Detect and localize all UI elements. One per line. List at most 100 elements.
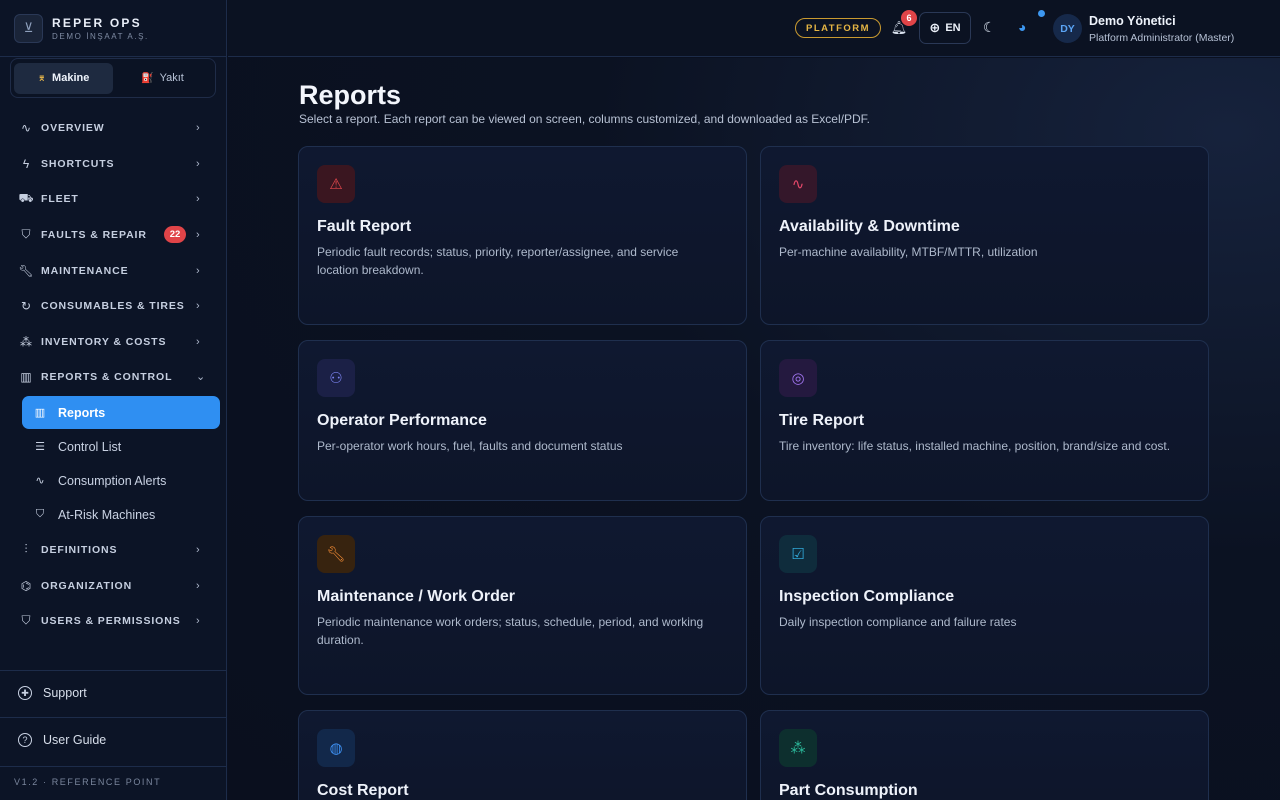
- nav-item-reports-control[interactable]: ▥ REPORTS & CONTROL ⌄: [0, 359, 227, 394]
- platform-badge[interactable]: PLATFORM: [795, 18, 882, 38]
- divider: [0, 670, 227, 671]
- nav-label: USERS & PERMISSIONS: [41, 614, 181, 627]
- subnav-item-reports[interactable]: ▥ Reports: [22, 396, 220, 429]
- nav-label: CONSUMABLES & TIRES: [41, 299, 185, 312]
- mode-machine-label: Makine: [52, 72, 90, 84]
- report-card-inspection-compliance[interactable]: ☑ Inspection Compliance Daily inspection…: [760, 516, 1209, 695]
- chevron-right-icon: ›: [196, 192, 200, 205]
- nav-item-organization[interactable]: ⌬ ORGANIZATION ›: [0, 568, 227, 603]
- report-card-operator-performance[interactable]: ⚇ Operator Performance Per-operator work…: [298, 340, 747, 501]
- nav-item-fleet[interactable]: ⛟ FLEET ›: [0, 181, 227, 216]
- report-card-description: Tire inventory: life status, installed m…: [779, 439, 1171, 453]
- report-card-cost[interactable]: ◍ Cost Report: [298, 710, 747, 800]
- shield-icon: ⛉: [35, 508, 45, 520]
- nav-label: DEFINITIONS: [41, 543, 118, 556]
- report-card-description: Per-operator work hours, fuel, faults an…: [317, 439, 623, 453]
- palette-icon[interactable]: ◕: [1018, 19, 1026, 35]
- avatar[interactable]: DY: [1053, 14, 1082, 43]
- nav-item-shortcuts[interactable]: ϟ SHORTCUTS ›: [0, 146, 227, 181]
- shield-icon: ⛉: [21, 227, 31, 241]
- nav-item-overview[interactable]: ∿ OVERVIEW ›: [0, 110, 227, 145]
- report-card-tire[interactable]: ◎ Tire Report Tire inventory: life statu…: [760, 340, 1209, 501]
- faults-count-badge: 22: [164, 226, 186, 243]
- report-card-description: Periodic maintenance work orders; status…: [317, 615, 704, 647]
- report-card-title: Cost Report: [317, 782, 409, 799]
- language-label: EN: [945, 22, 961, 34]
- mode-fuel-button[interactable]: ⛽ Yakıt: [113, 63, 212, 94]
- subnav-label: Control List: [58, 439, 122, 454]
- report-card-maintenance-work-order[interactable]: 🔧︎ Maintenance / Work Order Periodic mai…: [298, 516, 747, 695]
- report-card-part-consumption[interactable]: ⁂ Part Consumption: [760, 710, 1209, 800]
- checklist-icon: ☰: [35, 441, 45, 453]
- support-link[interactable]: ✚ Support: [18, 686, 87, 700]
- mode-machine-button[interactable]: ⌆ Makine: [14, 62, 113, 94]
- chevron-right-icon: ›: [196, 614, 200, 627]
- report-card-title: Tire Report: [779, 412, 865, 429]
- page-description: Select a report. Each report can be view…: [299, 112, 870, 126]
- chevron-right-icon: ›: [196, 157, 200, 170]
- user-role: Platform Administrator (Master): [1089, 32, 1235, 44]
- pulse-icon: ∿: [779, 165, 817, 203]
- support-label: Support: [43, 686, 87, 700]
- nav-item-users-permissions[interactable]: ⛉ USERS & PERMISSIONS ›: [0, 603, 227, 638]
- chevron-down-icon: ⌄: [196, 371, 206, 383]
- divider: [0, 717, 227, 718]
- top-header: PLATFORM 🔔︎ 6 ⊕ EN ☾ ◕ DY Demo Yönetici …: [228, 0, 1280, 57]
- moon-icon[interactable]: ☾: [983, 19, 996, 36]
- crane-icon: ⌆: [37, 72, 47, 84]
- sliders-icon: ⫶: [24, 542, 28, 556]
- subnav-item-control-list[interactable]: ☰ Control List: [22, 430, 220, 463]
- divider: [0, 766, 227, 767]
- subnav-label: Consumption Alerts: [58, 473, 167, 488]
- bar-chart-icon: ▥: [20, 369, 32, 384]
- bar-chart-icon: ▥: [34, 407, 46, 419]
- coins-icon: ◍: [317, 729, 355, 767]
- report-card-title: Part Consumption: [779, 782, 918, 799]
- palette-indicator-dot: [1038, 10, 1045, 17]
- nav-label: FLEET: [41, 192, 79, 205]
- mode-fuel-label: Yakıt: [159, 72, 184, 84]
- chevron-right-icon: ›: [196, 264, 200, 277]
- report-card-title: Operator Performance: [317, 412, 487, 429]
- brand-subtitle: DEMO İNŞAAT A.Ş.: [52, 31, 149, 41]
- shield-check-icon: ⛉: [21, 613, 31, 627]
- globe-icon: ⊕: [929, 20, 941, 35]
- nav-label: ORGANIZATION: [41, 579, 133, 592]
- subnav-item-consumption-alerts[interactable]: ∿ Consumption Alerts: [22, 464, 220, 497]
- clipboard-check-icon: ☑: [779, 535, 817, 573]
- users-icon: ⚇: [317, 359, 355, 397]
- main-content: Reports Select a report. Each report can…: [228, 58, 1280, 800]
- brand-name: REPER OPS: [52, 15, 142, 30]
- chevron-right-icon: ›: [196, 121, 200, 134]
- boxes-icon: ⁂: [779, 729, 817, 767]
- nav-item-inventory-costs[interactable]: ⁂ INVENTORY & COSTS ›: [0, 324, 227, 359]
- brand[interactable]: ⊻ REPER OPS DEMO İNŞAAT A.Ş.: [0, 0, 226, 57]
- help-circle-icon: ?: [18, 733, 32, 747]
- nav-item-definitions[interactable]: ⫶ DEFINITIONS ›: [0, 532, 227, 567]
- report-card-availability[interactable]: ∿ Availability & Downtime Per-machine av…: [760, 146, 1209, 325]
- subnav-label: At-Risk Machines: [58, 507, 156, 522]
- nav-item-faults-repair[interactable]: ⛉ FAULTS & REPAIR 22 ›: [0, 217, 227, 252]
- nav-item-consumables-tires[interactable]: ↻ CONSUMABLES & TIRES ›: [0, 288, 227, 323]
- boxes-icon: ⁂: [20, 334, 32, 349]
- sidebar: ⊻ REPER OPS DEMO İNŞAAT A.Ş. ⌆ Makine ⛽ …: [0, 0, 227, 800]
- nav-label: REPORTS & CONTROL: [41, 370, 173, 383]
- language-button[interactable]: ⊕ EN: [919, 12, 971, 44]
- subnav-label: Reports: [58, 405, 106, 420]
- report-card-fault[interactable]: ⚠ Fault Report Periodic fault records; s…: [298, 146, 747, 325]
- report-card-title: Availability & Downtime: [779, 218, 960, 235]
- nav-label: MAINTENANCE: [41, 264, 129, 277]
- nav-item-maintenance[interactable]: 🔧︎ MAINTENANCE ›: [0, 253, 227, 288]
- notification-count-badge: 6: [901, 10, 917, 26]
- chevron-right-icon: ›: [196, 335, 200, 348]
- warning-icon: ⚠: [317, 165, 355, 203]
- nav-label: FAULTS & REPAIR: [41, 228, 147, 241]
- report-card-title: Inspection Compliance: [779, 588, 955, 605]
- lightning-icon: ϟ: [22, 156, 30, 171]
- subnav-item-at-risk-machines[interactable]: ⛉ At-Risk Machines: [22, 498, 220, 531]
- lifebuoy-icon: ✚: [18, 686, 32, 700]
- org-chart-icon: ⌬: [20, 578, 32, 593]
- user-guide-link[interactable]: ? User Guide: [18, 733, 106, 747]
- user-name[interactable]: Demo Yönetici: [1089, 14, 1176, 28]
- fuel-icon: ⛽: [141, 72, 154, 84]
